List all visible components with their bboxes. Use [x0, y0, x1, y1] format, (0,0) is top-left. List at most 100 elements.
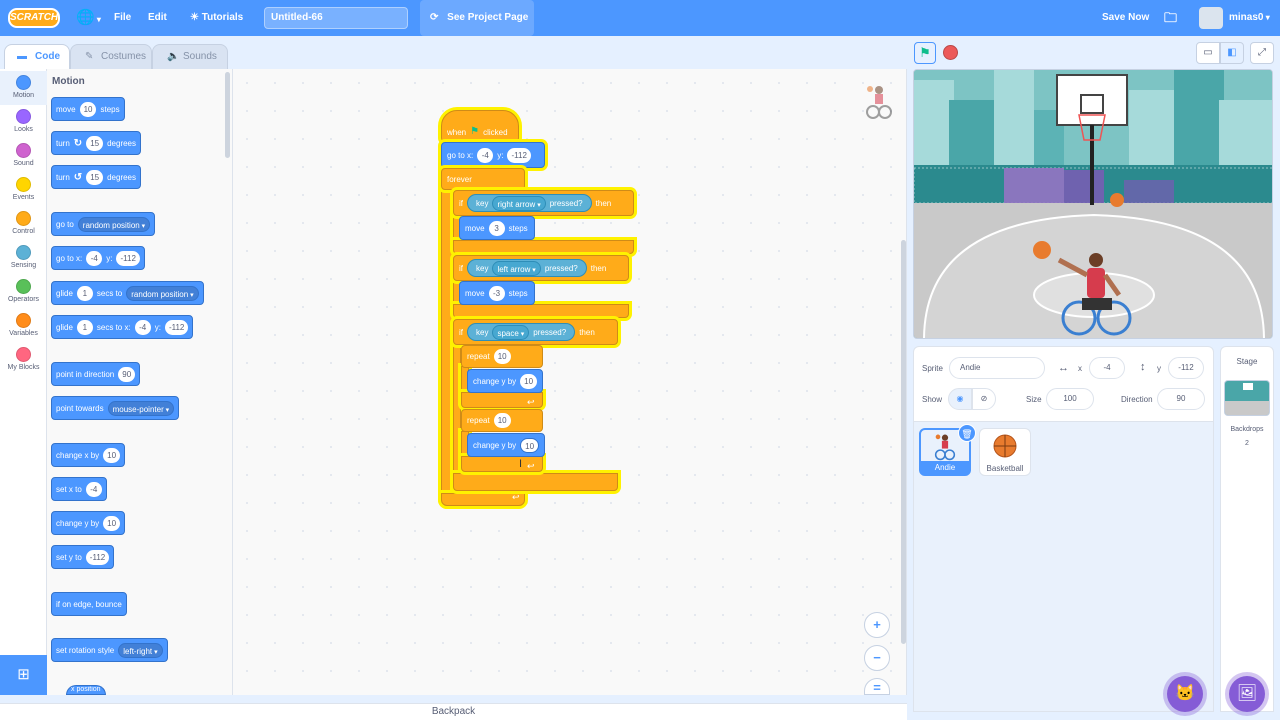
size-input[interactable]: 100 — [1046, 388, 1094, 410]
block-dropdown[interactable]: random position — [77, 216, 151, 232]
tab-code[interactable]: ▬ Code — [4, 44, 70, 71]
avatar[interactable] — [1199, 7, 1223, 29]
palette-block-set-y[interactable]: set y to -112 — [51, 545, 115, 569]
stage-thumbnail[interactable] — [1224, 380, 1270, 416]
block-input[interactable]: 10 — [493, 413, 511, 428]
large-stage-button[interactable]: ◧ — [1220, 42, 1244, 64]
key-dropdown[interactable]: right arrow — [492, 195, 546, 211]
palette-block-turn-right[interactable]: turn ↻ 15 degrees — [51, 131, 142, 155]
if1-bottom[interactable] — [453, 240, 634, 254]
palette-block-glide[interactable]: glide 1 secs to random position — [51, 281, 204, 305]
block-input[interactable]: 10 — [79, 101, 97, 117]
file-menu[interactable]: File — [114, 0, 131, 36]
add-sprite-button[interactable]: 🐱 — [1167, 676, 1203, 712]
stop-button[interactable] — [943, 45, 958, 60]
backpack[interactable]: Backpack — [0, 703, 907, 720]
palette-scrollbar[interactable] — [225, 72, 230, 158]
category-motion[interactable]: Motion — [0, 71, 47, 105]
globe-icon[interactable]: 🌐 ▾ — [76, 0, 101, 36]
script-repeat-2[interactable]: repeat 10 — [461, 409, 543, 432]
account-menu[interactable]: minas0 ▾ — [1229, 0, 1270, 36]
sensing-key-pressed[interactable]: keyleft arrowpressed? — [467, 259, 587, 277]
block-input[interactable]: 15 — [86, 169, 104, 185]
add-backdrop-button[interactable]: 🖼 — [1229, 676, 1265, 712]
sprite-name-input[interactable]: Andie — [949, 357, 1045, 379]
palette-block-turn-left[interactable]: turn ↺ 15 degrees — [51, 165, 142, 189]
category-operators[interactable]: Operators — [0, 275, 47, 309]
script-repeat-1[interactable]: repeat 10 — [461, 345, 543, 368]
script-if-right-arrow[interactable]: ifkeyright arrowpressed?then — [453, 190, 634, 216]
block-input[interactable]: 1 — [76, 285, 93, 301]
palette-block-change-x[interactable]: change x by 10 — [51, 443, 126, 467]
block-input[interactable]: 10 — [103, 515, 121, 531]
block-input[interactable]: 1 — [76, 319, 93, 335]
block-input[interactable]: -4 — [477, 147, 494, 163]
tutorials-button[interactable]: ☀ Tutorials — [190, 0, 243, 36]
palette-block-bounce[interactable]: if on edge, bounce — [51, 592, 127, 616]
block-input[interactable]: -112 — [85, 549, 110, 565]
block-input[interactable]: -112 — [164, 319, 189, 335]
script-change-y-1[interactable]: change y by 10 — [467, 369, 543, 393]
block-input[interactable]: 10 — [520, 437, 539, 453]
block-dropdown[interactable]: left-right — [118, 642, 163, 658]
zoom-in-button[interactable]: + — [864, 612, 890, 638]
palette-block-point-towards[interactable]: point towards mouse-pointer — [51, 396, 180, 420]
category-my-blocks[interactable]: My Blocks — [0, 343, 47, 377]
if3-body[interactable] — [453, 343, 461, 489]
palette-block-goto[interactable]: go to random position — [51, 212, 156, 236]
block-input[interactable]: -4 — [86, 250, 103, 266]
if2-bottom[interactable] — [453, 304, 629, 318]
tab-sounds[interactable]: 🔈 Sounds — [152, 44, 228, 70]
category-variables[interactable]: Variables — [0, 309, 47, 343]
block-input[interactable]: 10 — [520, 373, 537, 389]
stage-canvas[interactable] — [913, 69, 1273, 339]
show-visible-button[interactable]: ◉ — [948, 388, 972, 410]
delete-sprite-button[interactable]: 🗑 — [958, 424, 976, 442]
category-events[interactable]: Events — [0, 173, 47, 207]
zoom-out-button[interactable]: − — [864, 645, 890, 671]
project-title-input[interactable]: Untitled-66 — [264, 7, 408, 29]
script-change-y-2[interactable]: change y by 10 — [467, 433, 545, 457]
small-stage-button[interactable]: ▭ — [1196, 42, 1220, 64]
y-input[interactable]: -112 — [1168, 357, 1204, 379]
palette-block-glide-xy[interactable]: glide 1 secs to x: -4 y: -112 — [51, 315, 194, 339]
block-input[interactable]: 10 — [493, 349, 511, 364]
palette-block-set-x[interactable]: set x to -4 — [51, 477, 107, 501]
category-sound[interactable]: Sound — [0, 139, 47, 173]
if3-bottom[interactable] — [453, 473, 618, 491]
block-input[interactable]: 3 — [488, 220, 505, 236]
scratch-logo[interactable]: SCRATCH — [8, 8, 60, 28]
tab-costumes[interactable]: ✎ Costumes — [70, 44, 152, 70]
block-input[interactable]: -112 — [507, 147, 531, 163]
script-if-left-arrow[interactable]: ifkeyleft arrowpressed?then — [453, 255, 629, 281]
key-dropdown[interactable]: left arrow — [492, 260, 541, 276]
block-input[interactable]: 90 — [118, 366, 136, 382]
edit-menu[interactable]: Edit — [148, 0, 167, 36]
sprite-tile-basketball[interactable]: Basketball — [979, 428, 1031, 476]
block-input[interactable]: -4 — [85, 481, 102, 497]
save-now-button[interactable]: Save Now — [1102, 0, 1149, 36]
block-dropdown[interactable]: random position — [126, 285, 199, 301]
block-input[interactable]: -3 — [488, 285, 505, 301]
key-dropdown[interactable]: space — [492, 324, 530, 340]
category-control[interactable]: Control — [0, 207, 47, 241]
add-extension-button[interactable]: ⊞ — [0, 655, 47, 695]
palette-block-x-position[interactable]: x position — [66, 685, 106, 695]
x-input[interactable]: -4 — [1089, 357, 1125, 379]
script-if-space[interactable]: ifkeyspacepressed?then — [453, 319, 618, 345]
hat-when-flag-clicked[interactable]: when ⚑ clicked — [441, 110, 519, 142]
block-input[interactable]: 15 — [86, 135, 104, 151]
palette-block-change-y[interactable]: change y by 10 — [51, 511, 126, 535]
folder-icon[interactable]: 🗀 — [1164, 0, 1177, 36]
block-input[interactable]: 10 — [103, 447, 121, 463]
palette-block-goto-xy[interactable]: go to x: -4 y: -112 — [51, 246, 145, 270]
block-dropdown[interactable]: mouse-pointer — [107, 400, 175, 416]
script-area[interactable] — [233, 69, 907, 695]
palette-block-rotation-style[interactable]: set rotation style left-right — [51, 638, 168, 662]
see-project-page-button[interactable]: ⟳ See Project Page — [420, 0, 534, 36]
show-hidden-button[interactable]: ⊘ — [972, 388, 996, 410]
script-goto-xy[interactable]: go to x: -4 y: -112 — [441, 142, 545, 168]
block-input[interactable]: -4 — [134, 319, 151, 335]
sensing-key-pressed[interactable]: keyright arrowpressed? — [467, 194, 592, 212]
block-input[interactable]: -112 — [116, 250, 140, 266]
